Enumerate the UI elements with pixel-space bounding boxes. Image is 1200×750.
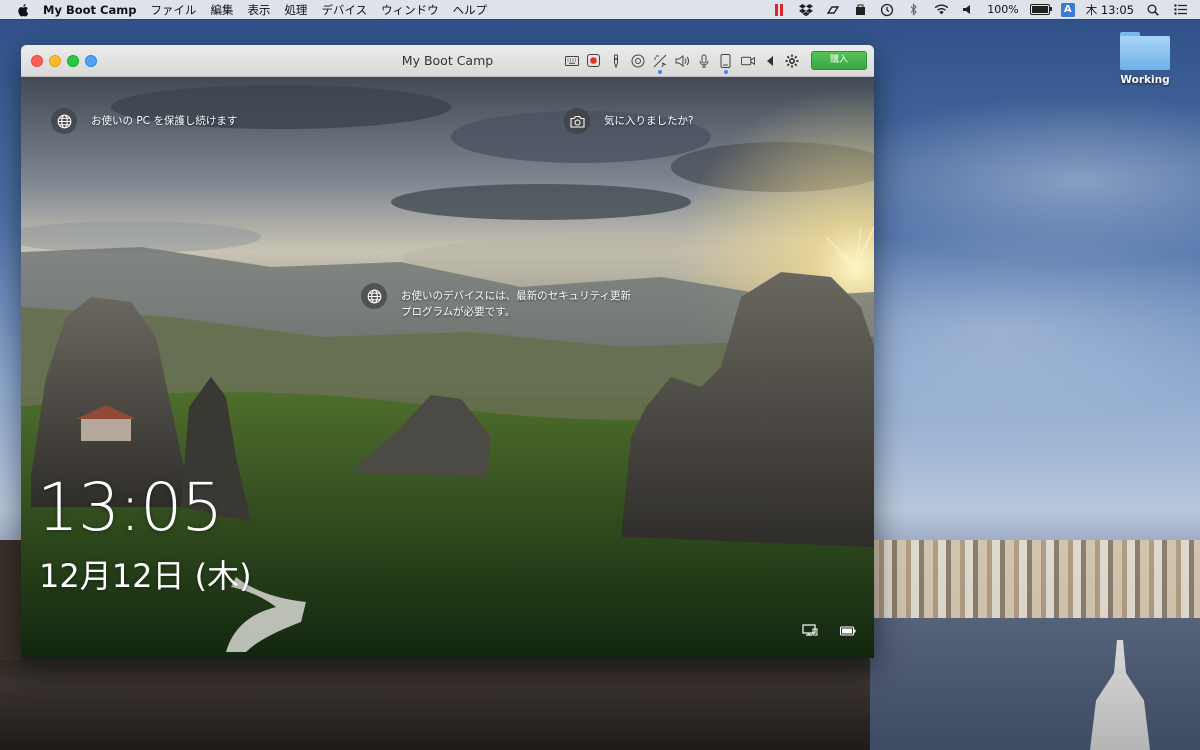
buy-button[interactable]: 購入	[810, 51, 867, 70]
battery-percent[interactable]: 100%	[987, 3, 1018, 16]
battery-status-icon[interactable]	[839, 621, 856, 640]
close-button[interactable]	[31, 54, 43, 67]
windows-lock-screen[interactable]: お使いの PC を保護し続けます 気に入りましたか? お使いのデバイスには、最新…	[21, 77, 874, 658]
volume-icon[interactable]	[960, 3, 976, 17]
microphone-icon[interactable]	[697, 54, 711, 68]
camera-icon	[564, 108, 590, 134]
zoom-button[interactable]	[67, 54, 79, 67]
globe-icon	[361, 283, 387, 309]
desktop-water	[870, 618, 1200, 750]
window-titlebar[interactable]: My Boot Camp 購入	[21, 45, 874, 77]
webcam-icon[interactable]	[740, 54, 755, 68]
minimize-button[interactable]	[49, 54, 61, 67]
bluetooth-icon[interactable]	[906, 3, 922, 17]
hint-like-image[interactable]: 気に入りましたか?	[564, 108, 694, 134]
parallels-status-icon[interactable]	[771, 3, 787, 17]
input-method-icon[interactable]: A	[1060, 2, 1075, 17]
menubar-clock[interactable]: 木 13:05	[1086, 2, 1134, 18]
gear-icon[interactable]	[785, 54, 799, 68]
spotlight-search-icon[interactable]	[1145, 3, 1161, 17]
globe-icon	[51, 108, 77, 134]
folder-label: Working	[1120, 74, 1170, 86]
hint-protect-pc[interactable]: お使いの PC を保護し続けます	[51, 108, 237, 134]
notification-center-icon[interactable]	[1172, 3, 1188, 17]
wifi-icon[interactable]	[933, 3, 949, 17]
menu-devices[interactable]: デバイス	[321, 2, 367, 18]
sync-icon[interactable]	[825, 3, 841, 17]
menu-file[interactable]: ファイル	[150, 2, 196, 18]
menu-bar: My Boot Camp ファイル 編集 表示 処理 デバイス ウィンドウ ヘル…	[0, 0, 1200, 19]
menu-help[interactable]: ヘルプ	[453, 2, 488, 18]
desktop-rocks-left	[0, 540, 22, 660]
window-controls	[31, 54, 97, 67]
record-icon[interactable]	[587, 54, 601, 68]
hint-security-text: お使いのデバイスには、最新のセキュリティ更新 プログラムが必要です。	[401, 290, 632, 318]
menu-actions[interactable]: 処理	[284, 2, 307, 18]
hint-protect-text: お使いの PC を保護し続けます	[91, 115, 238, 127]
menu-window[interactable]: ウィンドウ	[381, 2, 439, 18]
lock-screen-time: 13:05	[37, 469, 223, 546]
keyboard-icon[interactable]	[564, 54, 579, 68]
time-machine-icon[interactable]	[879, 3, 895, 17]
desktop-folder-working[interactable]: Working	[1112, 30, 1178, 86]
speaker-icon[interactable]	[675, 54, 689, 68]
collapse-arrow-icon[interactable]	[763, 54, 777, 68]
battery-icon[interactable]	[1029, 4, 1052, 15]
vm-window: My Boot Camp 購入 お使いの PC を保護し続けます 気に入りました…	[21, 45, 874, 658]
apple-menu-icon[interactable]	[17, 3, 31, 17]
menu-app-name[interactable]: My Boot Camp	[43, 3, 136, 17]
network-icon[interactable]	[802, 621, 818, 640]
coherence-button[interactable]	[85, 54, 97, 67]
menu-view[interactable]: 表示	[247, 2, 270, 18]
backup-app-icon[interactable]	[852, 3, 868, 17]
hint-like-text: 気に入りましたか?	[604, 115, 694, 127]
desktop-city	[870, 540, 1200, 620]
dropbox-icon[interactable]	[798, 3, 814, 17]
menu-edit[interactable]: 編集	[210, 2, 233, 18]
lock-screen-status-icons	[802, 621, 856, 640]
video-icon[interactable]	[653, 54, 667, 74]
camera-icon[interactable]	[631, 54, 645, 68]
device-icon[interactable]	[719, 53, 733, 74]
pen-icon[interactable]	[609, 54, 623, 68]
vm-toolbar: 購入	[564, 51, 874, 74]
folder-icon	[1120, 30, 1170, 70]
hint-security-update[interactable]: お使いのデバイスには、最新のセキュリティ更新 プログラムが必要です。	[361, 283, 631, 320]
lock-screen-date: 12月12日 (木)	[39, 557, 252, 595]
